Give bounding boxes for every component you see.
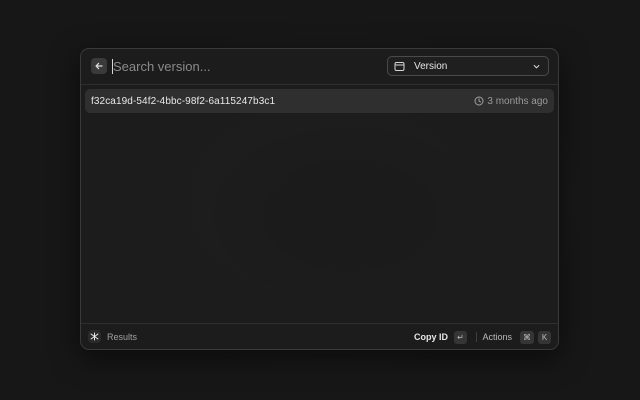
desktop-background: Version f32ca19d-54f2-4bbc-98f2-6a115247… (0, 0, 640, 400)
search-input[interactable] (113, 55, 373, 77)
enter-key-hint: ↵ (454, 330, 467, 344)
back-button[interactable] (91, 58, 107, 74)
window-icon (394, 61, 405, 72)
arrow-left-icon (94, 61, 104, 71)
action-bar: Results Copy ID ↵ Actions ⌘ K (81, 323, 558, 349)
version-dropdown[interactable]: Version (387, 56, 549, 76)
k-key-hint: K (538, 330, 551, 344)
list-item-title: f32ca19d-54f2-4bbc-98f2-6a115247b3c1 (91, 95, 276, 107)
app-logo-icon (88, 330, 101, 343)
clock-icon (474, 96, 484, 106)
actions-label: Actions (482, 332, 512, 342)
command-key-hint: ⌘ (520, 330, 534, 344)
actions-button[interactable]: Actions ⌘ K (482, 330, 551, 344)
list-item-accessory: 3 months ago (474, 89, 548, 113)
copy-id-label: Copy ID (413, 332, 448, 342)
footer-divider (476, 332, 477, 342)
accessory-text: 3 months ago (487, 95, 548, 107)
dropdown-selected-label: Version (414, 60, 448, 72)
command-window: Version f32ca19d-54f2-4bbc-98f2-6a115247… (80, 48, 559, 350)
search-bar: Version (81, 49, 558, 85)
copy-id-button[interactable]: Copy ID ↵ (414, 330, 467, 344)
results-list: f32ca19d-54f2-4bbc-98f2-6a115247b3c1 3 m… (85, 89, 554, 113)
footer-title: Results (107, 331, 138, 342)
chevron-down-icon (533, 63, 540, 70)
list-item[interactable]: f32ca19d-54f2-4bbc-98f2-6a115247b3c1 3 m… (85, 89, 554, 113)
